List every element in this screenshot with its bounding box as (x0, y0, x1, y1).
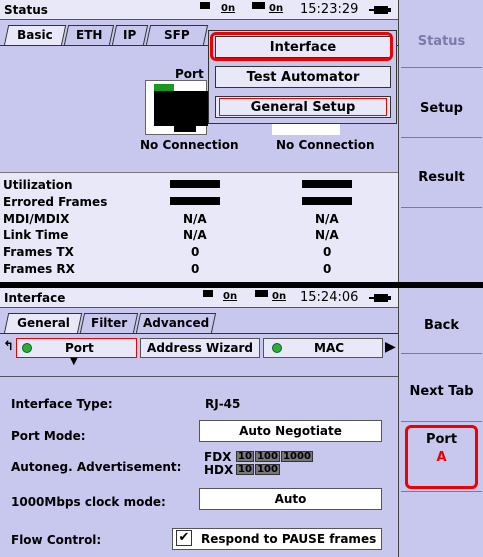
hdx-label: HDX (204, 463, 234, 477)
tab-sfp[interactable]: SFP (145, 25, 209, 45)
tab-advanced[interactable]: Advanced (135, 313, 217, 333)
frames-rx-label: Frames RX (3, 262, 75, 276)
port-mode-field[interactable]: Auto Negotiate (199, 420, 382, 442)
empty-softkey[interactable] (401, 210, 482, 282)
content-divider (0, 376, 398, 377)
errored-frames-label: Errored Frames (3, 195, 108, 209)
back-softkey[interactable]: Back (401, 288, 482, 354)
status-bar: Interface 0n 0n 15:24:06 (0, 288, 398, 308)
port-softkey-highlight (405, 425, 478, 489)
result-softkey[interactable]: Result (401, 140, 482, 208)
battery-icon (369, 6, 391, 14)
port-b-connection: No Connection (276, 138, 375, 152)
port-b-indicator: 0n (269, 3, 284, 14)
subtab-mac[interactable]: MAC (263, 338, 383, 358)
back-arrow-icon[interactable]: ↰ (3, 339, 14, 354)
frames-rx-a-value: 0 (191, 262, 200, 276)
clock-mode-label: 1000Mbps clock mode: (11, 495, 166, 509)
port-b-icon (252, 2, 265, 9)
subtab-port[interactable]: Port (16, 338, 137, 358)
link-time-b-value: N/A (315, 228, 339, 242)
battery-icon (369, 294, 391, 302)
frames-rx-b-value: 0 (323, 262, 332, 276)
flow-control-checkbox[interactable]: ✔ (176, 530, 192, 546)
tab-filter[interactable]: Filter (79, 313, 139, 333)
mdi-b-value: N/A (315, 212, 339, 226)
port-b-icon (255, 290, 268, 297)
errored-a-bar (170, 197, 220, 205)
subtab-address-wizard[interactable]: Address Wizard (140, 338, 260, 358)
subtab-mac-label: MAC (314, 341, 345, 355)
hdx-10-cell[interactable]: 10 (236, 464, 254, 475)
screen-title: Status (4, 3, 48, 17)
tab-basic[interactable]: Basic (3, 25, 67, 46)
subtab-port-label: Port (65, 341, 94, 355)
port-b-indicator: 0n (272, 291, 287, 302)
clock: 15:24:06 (300, 290, 359, 305)
menu-item-test-automator[interactable]: Test Automator (215, 66, 391, 88)
mac-status-dot-icon (272, 343, 282, 353)
mdi-a-value: N/A (183, 212, 207, 226)
interface-screen: Interface 0n 0n 15:24:06 General Filter … (0, 288, 483, 557)
utilization-label: Utilization (3, 178, 73, 192)
fdx-10-cell[interactable]: 10 (236, 451, 254, 462)
fdx-1000-cell[interactable]: 1000 (281, 451, 313, 462)
port-a-icon (203, 290, 213, 297)
subtab-pointer-icon: ▼ (70, 356, 78, 367)
clock: 15:23:29 (300, 2, 359, 17)
tab-eth[interactable]: ETH (63, 25, 115, 45)
status-screen: Status 0n 0n 15:23:29 Basic ETH IP SFP P… (0, 0, 483, 282)
frames-tx-a-value: 0 (191, 245, 200, 259)
port-a-icon (200, 2, 210, 9)
interface-highlight (210, 32, 393, 61)
status-bar: Status 0n 0n 15:23:29 (0, 0, 398, 20)
stats-table: Utilization Errored Frames MDI/MDIX N/A … (0, 172, 398, 282)
fdx-100-cell[interactable]: 100 (255, 451, 280, 462)
tab-general[interactable]: General (3, 313, 83, 334)
tab-ip[interactable]: IP (111, 25, 149, 45)
port-a-indicator: 0n (223, 291, 238, 302)
frames-tx-label: Frames TX (3, 245, 74, 259)
autoneg-label: Autoneg. Advertisement: (11, 460, 182, 474)
port-status-dot-icon (22, 343, 32, 353)
frames-tx-b-value: 0 (323, 245, 332, 259)
fdx-label: FDX (204, 450, 232, 464)
tab-divider (0, 333, 398, 334)
errored-b-bar (302, 197, 352, 205)
next-tab-softkey[interactable]: Next Tab (401, 356, 482, 422)
screen-title: Interface (4, 291, 66, 305)
mdi-label: MDI/MDIX (3, 212, 70, 226)
interface-type-value: RJ-45 (205, 397, 241, 411)
utilization-a-bar (170, 180, 220, 188)
port-a-indicator: 0n (221, 3, 236, 14)
flow-control-label: Flow Control: (11, 533, 102, 547)
subtab-strip: ↰ Port Address Wizard MAC ▶ ▼ (0, 335, 398, 367)
utilization-b-bar (302, 180, 352, 188)
clock-mode-field[interactable]: Auto (199, 488, 382, 510)
hdx-100-cell[interactable]: 100 (255, 464, 280, 475)
port-mode-label: Port Mode: (11, 429, 86, 443)
port-a-connection: No Connection (140, 138, 239, 152)
link-time-label: Link Time (3, 228, 69, 242)
setup-softkey[interactable]: Setup (401, 70, 482, 138)
interface-type-label: Interface Type: (11, 397, 113, 411)
link-time-a-value: N/A (183, 228, 207, 242)
general-setup-highlight (219, 98, 387, 116)
port-label: Port (175, 67, 204, 81)
softkey-panel: Status Setup Result (398, 0, 483, 282)
empty-softkey[interactable] (401, 494, 482, 557)
flow-control-field[interactable]: ✔ Respond to PAUSE frames (172, 528, 382, 550)
flow-control-value: Respond to PAUSE frames (201, 532, 377, 546)
softkey-panel: Back Next Tab Port A (398, 288, 483, 557)
next-subtab-arrow-icon[interactable]: ▶ (385, 339, 396, 355)
tab-strip: General Filter Advanced (0, 309, 398, 334)
rj45-port-icon (145, 80, 208, 135)
status-softkey[interactable]: Status (401, 0, 482, 68)
